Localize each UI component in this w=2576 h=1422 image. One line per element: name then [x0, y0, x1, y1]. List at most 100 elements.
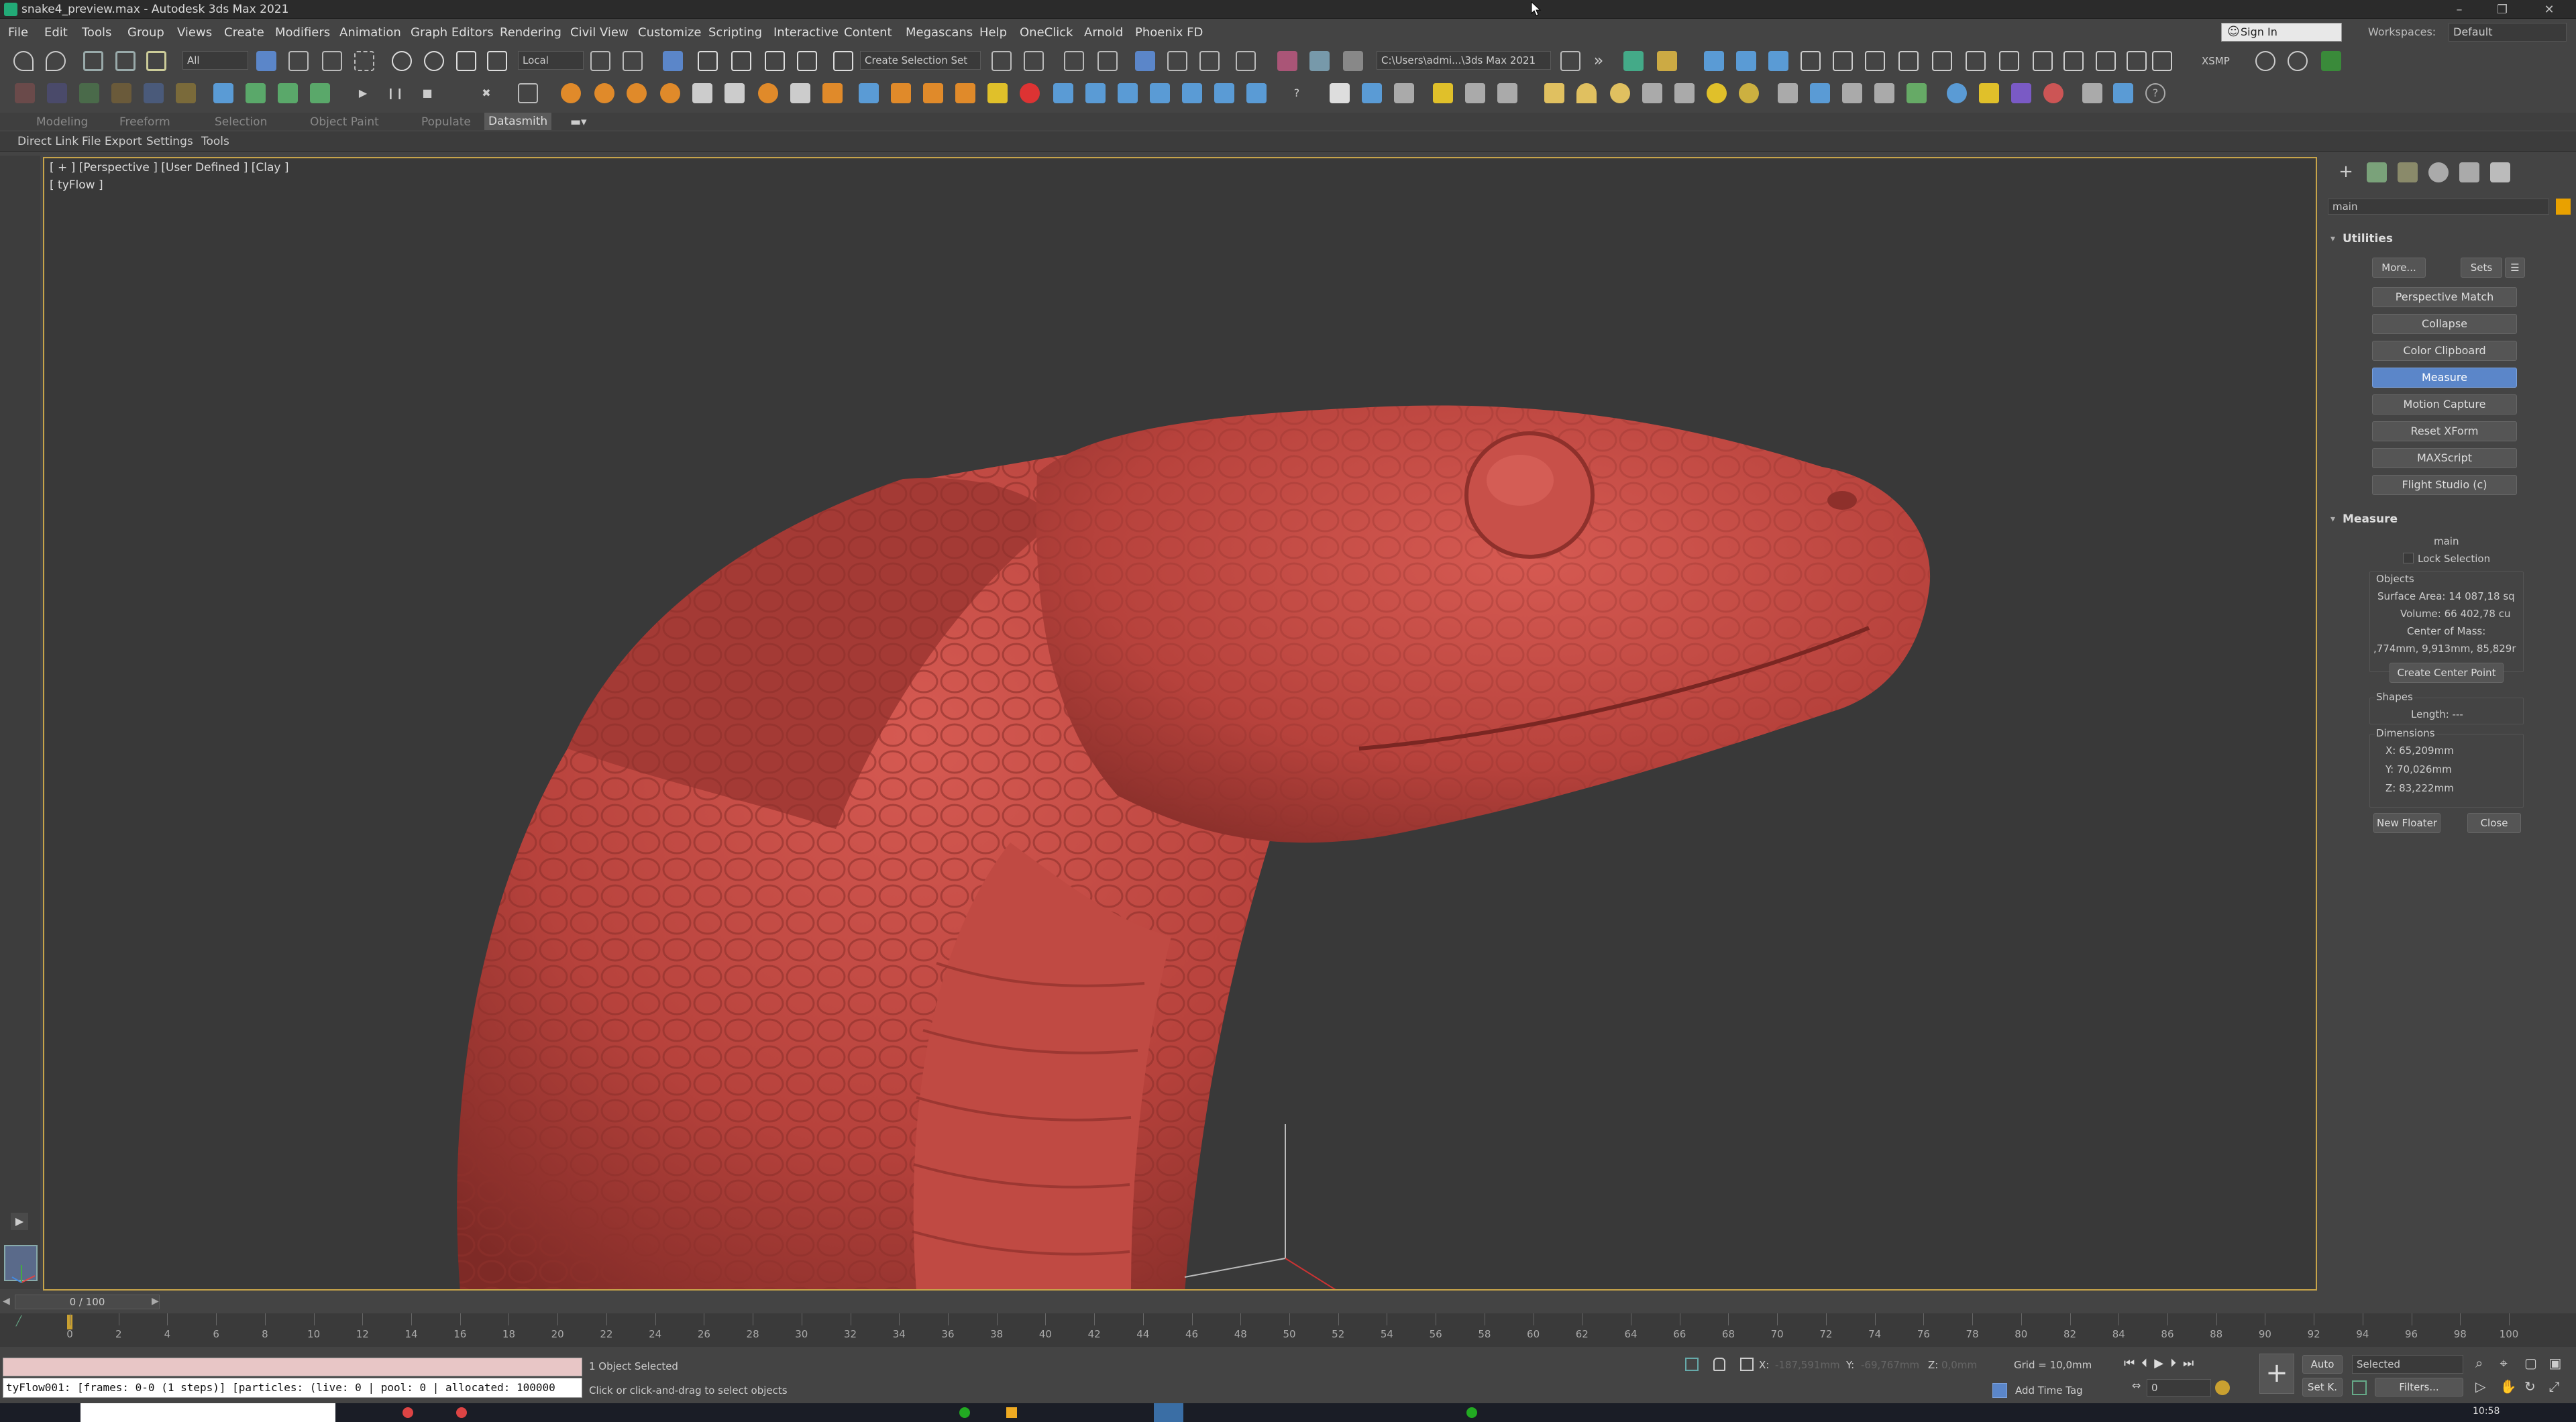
zoom-all-icon[interactable]: ⌖ [2500, 1355, 2521, 1374]
track-bar[interactable]: ╱ 0 2 4 6 8 10 12 14 16 18 20 22 24 26 28 30 32 34 36 38 40 4… [0, 1313, 2576, 1347]
snake-model[interactable] [44, 158, 2317, 1291]
menu-modifiers[interactable]: Modifiers [275, 25, 330, 40]
container-tool-2-icon[interactable] [47, 83, 67, 103]
tab-populate[interactable]: Populate [421, 115, 471, 129]
liquid-tool-9-icon[interactable] [1118, 83, 1138, 103]
vray-tool-3-icon[interactable] [1394, 83, 1414, 103]
plugin-tool-9-icon[interactable] [1898, 51, 1919, 71]
fire-tool-3-icon[interactable] [627, 83, 647, 103]
motion-tab-icon[interactable] [2428, 162, 2449, 182]
reference-coordinate-dropdown[interactable]: Local [518, 51, 584, 70]
next-frame-icon[interactable]: ⏵ [2170, 1356, 2183, 1370]
playback-controls[interactable]: ⏮⏴▶⏵⏭ [2124, 1356, 2200, 1370]
container-tool-7-icon[interactable] [213, 83, 233, 103]
plugin-tool-7-icon[interactable] [1833, 51, 1853, 71]
place-icon[interactable] [487, 51, 507, 71]
snaps-toggle-icon[interactable] [698, 51, 718, 71]
xsmp-tool-3-icon[interactable] [2321, 51, 2341, 71]
liquid-tool-11-icon[interactable] [1182, 83, 1202, 103]
pan-icon[interactable]: ✋ [2500, 1378, 2521, 1398]
tab-selection[interactable]: Selection [215, 115, 267, 129]
rectangular-selection-icon[interactable] [322, 51, 342, 71]
liquid-tool-5-icon[interactable] [987, 83, 1008, 103]
schematic-view-icon[interactable] [1199, 51, 1220, 71]
menu-graph-editors[interactable]: Graph Editors [411, 25, 494, 40]
render-production-icon[interactable] [1343, 51, 1363, 71]
selection-lock-icon[interactable] [1713, 1358, 1725, 1371]
stop-icon[interactable]: ■ [417, 83, 437, 103]
angle-snap-icon[interactable] [731, 51, 751, 71]
minimize-button[interactable]: – [2439, 0, 2479, 19]
motion-capture-button[interactable]: Motion Capture [2372, 394, 2517, 415]
project-folder-dropdown[interactable]: C:\Users\admi...\3ds Max 2021 [1377, 51, 1551, 70]
sets-button[interactable]: Sets [2461, 258, 2502, 278]
xsmp-tool-1-icon[interactable] [2255, 51, 2275, 71]
tab-freeform[interactable]: Freeform [119, 115, 170, 129]
go-to-start-icon[interactable]: ⏮ [2124, 1356, 2141, 1370]
menu-create[interactable]: Create [224, 25, 264, 40]
geometry-tool-7-icon[interactable] [1739, 83, 1759, 103]
subtab-file-export[interactable]: File Export [82, 135, 142, 148]
plugin-tool-3-icon[interactable] [1704, 51, 1724, 71]
menu-arnold[interactable]: Arnold [1084, 25, 1123, 40]
y-coord-field[interactable]: -69,767mm [1861, 1359, 1919, 1371]
time-slider[interactable]: 0 / 100 [15, 1295, 160, 1309]
previous-frame-icon[interactable]: ⏴ [2141, 1356, 2154, 1370]
liquid-tool-12-icon[interactable] [1214, 83, 1234, 103]
expand-layout-icon[interactable]: ▶ [11, 1213, 28, 1230]
percent-snap-icon[interactable] [765, 51, 785, 71]
geometry-tool-4-icon[interactable] [1642, 83, 1662, 103]
keyboard-shortcut-override-icon[interactable] [663, 51, 683, 71]
reset-xform-button[interactable]: Reset XForm [2372, 421, 2517, 441]
vray-tool-2-icon[interactable] [1362, 83, 1382, 103]
fire-tool-7-icon[interactable] [758, 83, 778, 103]
maxscript-listener-output[interactable]: tyFlow001: [frames: 0-0 (1 steps)] [part… [3, 1378, 582, 1398]
subtab-direct-link[interactable]: Direct Link [17, 135, 78, 148]
menu-interactive[interactable]: Interactive [773, 25, 839, 40]
x-coord-field[interactable]: -187,591mm [1775, 1359, 1840, 1371]
menu-file[interactable]: File [8, 25, 28, 40]
modify-tab-icon[interactable] [2367, 162, 2387, 182]
auto-key-button[interactable]: Auto [2302, 1355, 2343, 1374]
container-tool-4-icon[interactable] [111, 83, 131, 103]
scale-icon[interactable] [456, 51, 476, 71]
menu-civil-view[interactable]: Civil View [570, 25, 629, 40]
container-tool-5-icon[interactable] [144, 83, 164, 103]
workspaces-dropdown[interactable]: Default [2449, 23, 2567, 42]
taskbar-app-4-icon[interactable] [1006, 1407, 1017, 1418]
maximize-viewport-icon[interactable]: ⤢ [2549, 1378, 2570, 1398]
menu-group[interactable]: Group [127, 25, 164, 40]
subtab-settings[interactable]: Settings [146, 135, 193, 148]
redo-icon[interactable] [46, 51, 66, 71]
container-tool-8-icon[interactable] [246, 83, 266, 103]
link-icon[interactable] [83, 51, 103, 71]
project-folder-icon[interactable] [1560, 51, 1580, 71]
scatter-tool-3-icon[interactable] [1842, 83, 1862, 103]
collapse-button[interactable]: Collapse [2372, 314, 2517, 334]
tab-object-paint[interactable]: Object Paint [310, 115, 379, 129]
fire-tool-2-icon[interactable] [594, 83, 614, 103]
light-tool-1-icon[interactable] [1433, 83, 1453, 103]
plugin-tool-8-icon[interactable] [1865, 51, 1885, 71]
plugin-tool-16-icon[interactable] [2127, 51, 2147, 71]
perspective-match-button[interactable]: Perspective Match [2372, 287, 2517, 307]
help-tool-icon[interactable]: ? [1287, 83, 1307, 103]
pause-icon[interactable]: ❙❙ [385, 83, 405, 103]
taskbar-app-3-icon[interactable] [959, 1407, 970, 1418]
vray-tool-1-icon[interactable] [1330, 83, 1350, 103]
plugin-tool-6-icon[interactable] [1801, 51, 1821, 71]
select-manipulate-icon[interactable] [623, 51, 643, 71]
plugin-tool-17-icon[interactable] [2152, 51, 2172, 71]
taskbar-active-app-icon[interactable] [1154, 1403, 1183, 1422]
container-tool-1-icon[interactable] [15, 83, 35, 103]
unlink-icon[interactable] [115, 51, 136, 71]
selection-filter-dropdown[interactable]: All [182, 51, 248, 70]
rendered-frame-window-icon[interactable] [1309, 51, 1330, 71]
named-selection-set-dropdown[interactable]: Create Selection Set [860, 51, 981, 70]
isolate-selection-icon[interactable] [1685, 1358, 1699, 1371]
fire-tool-9-icon[interactable] [822, 83, 843, 103]
misc-tool-2-icon[interactable] [2113, 83, 2133, 103]
menu-help[interactable]: Help [979, 25, 1007, 40]
plugin-tool-12-icon[interactable] [1999, 51, 2019, 71]
plugin-tool-5-icon[interactable] [1768, 51, 1788, 71]
